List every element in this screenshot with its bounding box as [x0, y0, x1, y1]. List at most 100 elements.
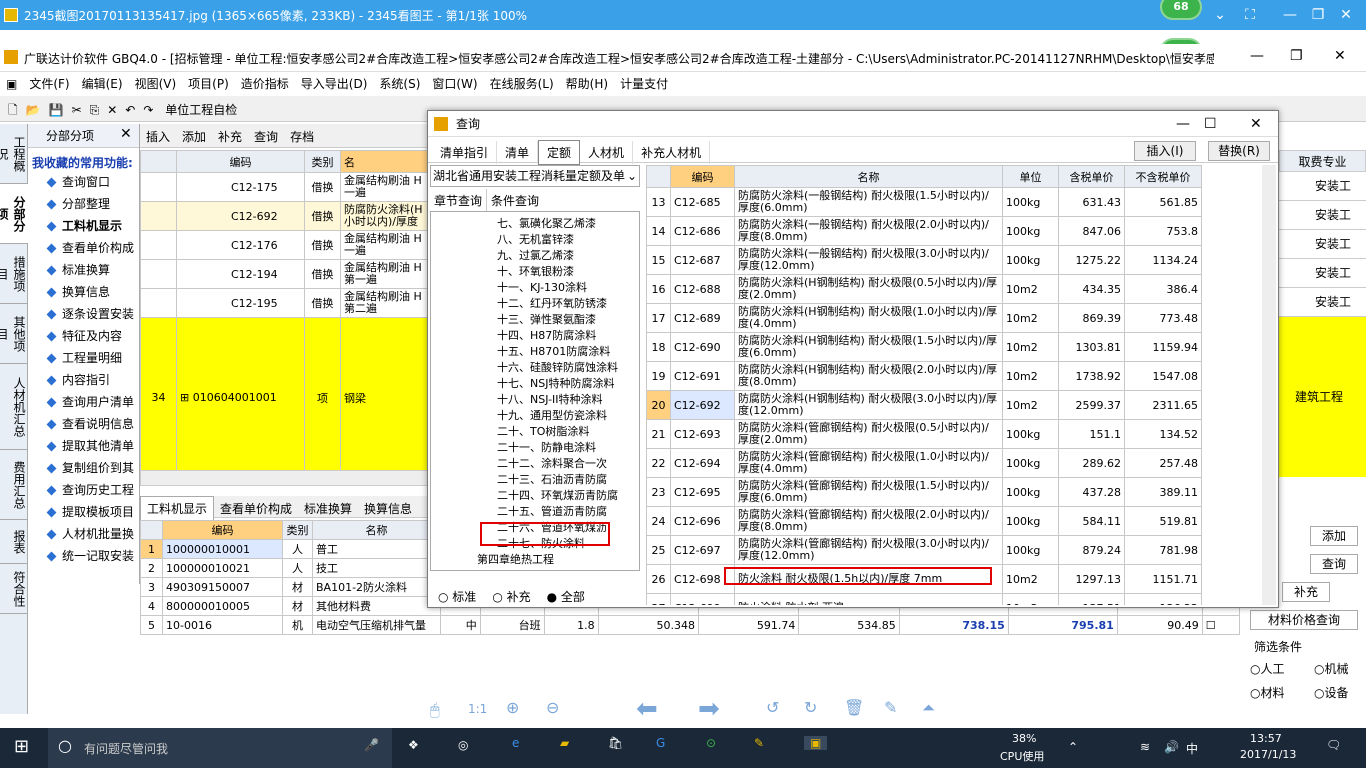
previous-icon[interactable]: ⬅	[636, 694, 658, 724]
tab-other-items[interactable]: 其他项目	[0, 304, 28, 364]
function-item[interactable]: 查看单价构成	[28, 237, 139, 259]
edge-icon[interactable]: e	[512, 736, 519, 750]
tab-sections[interactable]: 分部分项	[0, 184, 28, 244]
grid-add-button[interactable]: 添加	[176, 124, 212, 149]
function-item[interactable]: 标准换算	[28, 259, 139, 281]
filter-radio-labor[interactable]: ○人工	[1250, 660, 1285, 677]
tab-labor-material-summary[interactable]: 人材机汇总	[0, 364, 28, 450]
function-item[interactable]: 工程量明细	[28, 347, 139, 369]
open-icon[interactable]: 📂	[22, 98, 45, 122]
function-item[interactable]: 分部整理	[28, 193, 139, 215]
table-row[interactable]: 19 C12-691 防腐防火涂料(H钢制结构) 耐火极限(2.0小时以内)/厚度(…	[646, 361, 1202, 391]
replace-button[interactable]: 替换(R)	[1208, 141, 1270, 161]
tree-node[interactable]: 二十五、管道沥青防腐	[431, 504, 639, 520]
function-item[interactable]: 复制组价到其	[28, 457, 139, 479]
radio-all[interactable]: ● 全部	[539, 585, 593, 608]
vertical-scrollbar[interactable]	[1262, 165, 1276, 605]
next-icon[interactable]: ➡	[698, 694, 720, 724]
maximize-icon[interactable]: ☐	[1204, 111, 1217, 137]
material-price-query-button[interactable]: 材料价格查询	[1250, 610, 1358, 630]
table-row[interactable]: C12-175 借换 金属结构刷油 H 一遍	[140, 172, 430, 202]
table-row[interactable]: 23 C12-695 防腐防火涂料(管廊钢结构) 耐火极限(1.5小时以内)/厚度(…	[646, 477, 1202, 507]
menu-file[interactable]: 文件(F)	[23, 72, 75, 95]
tab-list[interactable]: 清单	[497, 141, 539, 164]
toolbar-self-check[interactable]: 单位工程自检	[161, 96, 241, 123]
table-row[interactable]: 24 C12-696 防腐防火涂料(管廊钢结构) 耐火极限(2.0小时以内)/厚度(…	[646, 506, 1202, 536]
folder-icon[interactable]: ▰	[560, 736, 569, 750]
table-row[interactable]: 21 C12-693 防腐防火涂料(管廊钢结构) 耐火极限(0.5小时以内)/厚度(…	[646, 419, 1202, 449]
tray-up-icon[interactable]: ⌃	[1068, 740, 1078, 754]
zoom-in-icon[interactable]: ⊕	[506, 698, 519, 717]
chevron-down-icon[interactable]: ⌄	[1210, 5, 1230, 25]
table-row[interactable]: 17 C12-689 防腐防火涂料(H钢制结构) 耐火极限(1.0小时以内)/厚度(…	[646, 303, 1202, 333]
supplement-button[interactable]: 补充	[1282, 582, 1330, 602]
tab-measures[interactable]: 措施项目	[0, 244, 28, 304]
tab-labor-material[interactable]: 人材机	[580, 141, 634, 164]
table-row[interactable]: 15 C12-687 防腐防火涂料(一般钢结构) 耐火极限(3.0小时以内)/厚度(…	[646, 245, 1202, 275]
table-row[interactable]: C12-195 借换 金属结构刷油 H 第二遍	[140, 288, 430, 318]
delete-icon[interactable]: ✕	[103, 98, 121, 122]
query-button[interactable]: 查询	[1310, 554, 1358, 574]
tree-node[interactable]: 十三、弹性聚氨酯漆	[431, 312, 639, 328]
taskview-icon[interactable]: ❖	[408, 738, 419, 752]
tree-node[interactable]: 十五、H8701防腐涂料	[431, 344, 639, 360]
table-row[interactable]: 20 C12-692 防腐防火涂料(H钢制结构) 耐火极限(3.0小时以内)/厚度(…	[646, 390, 1202, 420]
tab-reports[interactable]: 报表	[0, 520, 28, 564]
horizontal-scrollbar[interactable]	[140, 470, 430, 486]
tab-labor-material[interactable]: 工料机显示	[140, 496, 215, 521]
copy-icon[interactable]: ⎘	[86, 98, 104, 123]
tab-list-guide[interactable]: 清单指引	[432, 141, 498, 164]
tree-node[interactable]: 十一、KJ-130涂料	[431, 280, 639, 296]
minimize-icon[interactable]: —	[1250, 48, 1264, 64]
score-badge[interactable]: 68	[1160, 0, 1202, 20]
filter-radio-machine[interactable]: ○机械	[1314, 660, 1349, 677]
table-row[interactable]: 16 C12-688 防腐防火涂料(H钢制结构) 耐火极限(0.5小时以内)/厚度(…	[646, 274, 1202, 304]
fullscreen-icon[interactable]: ⛶	[1240, 5, 1260, 25]
radio-standard[interactable]: ○ 标准	[430, 585, 484, 608]
table-row[interactable]: 34 ⊞ 010604001001 项 钢梁	[140, 317, 430, 478]
tab-supplement[interactable]: 补充人材机	[633, 141, 711, 164]
function-item[interactable]: 查看说明信息	[28, 413, 139, 435]
gbq-icon[interactable]: ▣	[804, 736, 828, 750]
tree-node[interactable]: 十八、NSJ-II特种涂料	[431, 392, 639, 408]
notification-icon[interactable]: 🗨	[1326, 738, 1341, 752]
function-item[interactable]: 统一记取安装	[28, 545, 139, 567]
tab-compliance[interactable]: 符合性	[0, 564, 28, 614]
app-icon-2[interactable]: ⊙	[706, 736, 716, 750]
function-item[interactable]: 内容指引	[28, 369, 139, 391]
function-item[interactable]: 查询历史工程	[28, 479, 139, 501]
mouse-icon[interactable]: 🖱	[430, 700, 440, 720]
tab-std-conversion[interactable]: 标准换算	[298, 497, 358, 520]
tree-node[interactable]: 十六、硅酸锌防腐蚀涂料	[431, 360, 639, 376]
close-icon[interactable]: ✕	[1336, 5, 1356, 25]
tree-node[interactable]: 第四章绝热工程	[431, 552, 639, 568]
app-icon-1[interactable]: ◎	[458, 738, 468, 752]
table-row[interactable]: C12-176 借换 金属结构刷油 H 一遍	[140, 230, 430, 260]
tab-condition-query[interactable]: 条件查询	[487, 189, 543, 212]
ime-indicator[interactable]: 中	[1186, 740, 1198, 757]
radio-supplement[interactable]: ○ 补充	[484, 585, 538, 608]
table-row[interactable]: 18 C12-690 防腐防火涂料(H钢制结构) 耐火极限(1.5小时以内)/厚度(…	[646, 332, 1202, 362]
function-item[interactable]: 工料机显示	[28, 215, 139, 237]
actual-size-icon[interactable]: 1:1	[468, 702, 487, 716]
taskbar-search[interactable]: ○ 有问题尽管问我 🎤	[48, 728, 392, 768]
rotate-left-icon[interactable]: ↺	[766, 698, 779, 717]
menu-import-export[interactable]: 导入导出(D)	[295, 72, 374, 95]
function-item[interactable]: 人材机批量换	[28, 523, 139, 545]
tab-chapter-query[interactable]: 章节查询	[430, 189, 488, 212]
function-item[interactable]: 换算信息	[28, 281, 139, 303]
wifi-icon[interactable]: ≋	[1140, 740, 1150, 754]
tree-node[interactable]: 二十三、石油沥青防腐	[431, 472, 639, 488]
minimize-icon[interactable]: —	[1176, 111, 1190, 137]
expand-icon[interactable]: ⊞	[180, 391, 189, 404]
tree-node[interactable]: 十七、NSJ特种防腐涂料	[431, 376, 639, 392]
tree-node[interactable]: 二十四、环氧煤沥青防腐	[431, 488, 639, 504]
tab-cost-summary[interactable]: 费用汇总	[0, 450, 28, 520]
app-menu-icon[interactable]: ▣	[0, 74, 23, 94]
store-icon[interactable]: 🛍	[608, 736, 623, 750]
function-item[interactable]: 查询用户清单	[28, 391, 139, 413]
undo-icon[interactable]: ↶	[121, 98, 139, 122]
tab-unit-price[interactable]: 查看单价构成	[214, 497, 298, 520]
function-item[interactable]: 提取模板项目	[28, 501, 139, 523]
tab-conversion-info[interactable]: 换算信息	[358, 497, 418, 520]
